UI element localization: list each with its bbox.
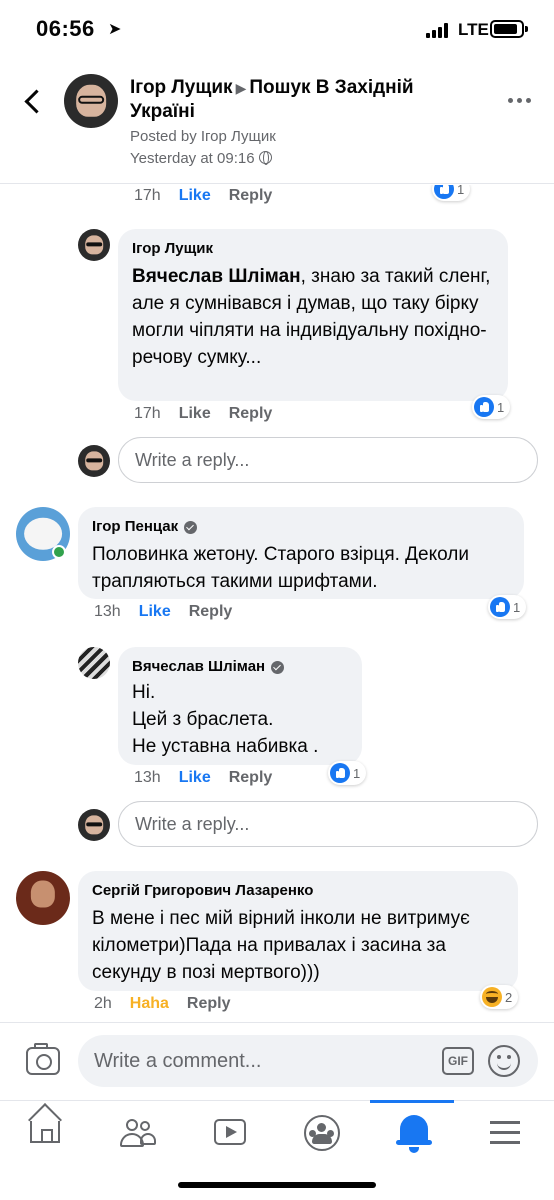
post-meta: Posted by Ігор Лущик Yesterday at 09:16: [130, 126, 276, 170]
haha-reaction-button[interactable]: Haha: [130, 995, 169, 1013]
comment-author[interactable]: Ігор Лущик: [132, 239, 494, 259]
nav-home[interactable]: [0, 1107, 92, 1159]
like-button[interactable]: Like: [139, 603, 171, 621]
reply-button[interactable]: Reply: [229, 187, 273, 205]
signal-icon: [426, 22, 450, 38]
bell-icon: [396, 1115, 432, 1153]
comment-time: 17h: [134, 405, 161, 422]
comment-text: В мене і пес мій вірний інколи не витрим…: [92, 908, 470, 983]
comment-time: 17h: [134, 187, 161, 204]
comment-input[interactable]: [94, 1035, 424, 1087]
haha-reaction-icon: [482, 987, 502, 1007]
comment-author[interactable]: Ігор Пенцак: [92, 517, 510, 537]
reaction-count[interactable]: 1: [328, 761, 367, 785]
comment-actions: 17h Like Reply: [134, 405, 272, 423]
home-indicator: [178, 1182, 376, 1188]
nav-menu[interactable]: [460, 1107, 552, 1159]
emoji-icon[interactable]: [488, 1045, 520, 1077]
comment-author[interactable]: Сергій Григорович Лазаренко: [92, 881, 504, 901]
post-author[interactable]: Ігор Лущик: [130, 77, 233, 98]
status-bar: 06:56 ➤ LTE: [0, 0, 554, 60]
network-label: LTE: [458, 20, 489, 39]
comment-actions: 13h Like Reply: [134, 769, 272, 787]
reply-button[interactable]: Reply: [229, 405, 273, 423]
like-button[interactable]: Like: [179, 769, 211, 787]
comment-bubble: Сергій Григорович Лазаренко В мене і пес…: [78, 871, 518, 991]
comment-actions: 13h Like Reply: [94, 603, 232, 621]
avatar[interactable]: [78, 647, 110, 679]
nav-friends[interactable]: [92, 1107, 184, 1159]
comment-time: 2h: [94, 995, 112, 1012]
arrow-right-icon: ▶: [235, 80, 247, 96]
friends-icon: [120, 1117, 156, 1149]
post-timestamp: Yesterday at 09:16: [130, 150, 255, 167]
like-reaction-icon: [330, 763, 350, 783]
mention[interactable]: Вячеслав Шліман: [132, 266, 301, 287]
nav-notifications[interactable]: [368, 1100, 460, 1159]
reply-button[interactable]: Reply: [229, 769, 273, 787]
home-icon: [30, 1121, 60, 1143]
reply-button[interactable]: Reply: [189, 603, 233, 621]
nav-groups[interactable]: [276, 1107, 368, 1159]
comment-author[interactable]: Вячеслав Шліман: [132, 657, 348, 677]
like-reaction-icon: [490, 597, 510, 617]
like-reaction-icon: [474, 397, 494, 417]
nav-watch[interactable]: [184, 1107, 276, 1159]
reply-button[interactable]: Reply: [187, 995, 231, 1013]
menu-icon: [490, 1119, 520, 1145]
back-icon[interactable]: [20, 86, 46, 116]
comment-actions: 17h Like Reply: [134, 187, 272, 205]
comment-bubble: Ігор Лущик Вячеслав Шліман, знаю за таки…: [118, 229, 508, 401]
globe-icon: [258, 151, 272, 165]
comment-bubble: Вячеслав Шліман Ні. Цей з браслета. Не у…: [118, 647, 362, 765]
reaction-count[interactable]: 1: [488, 595, 527, 619]
post-header: Ігор Лущик ▶ Пошук В Західній Україні Post…: [0, 60, 554, 184]
comment-actions: 2h Haha Reply: [94, 995, 231, 1013]
write-reply-input[interactable]: Write a reply...: [118, 437, 538, 483]
comment-time: 13h: [94, 603, 121, 620]
avatar: [78, 445, 110, 477]
verified-badge-icon: [184, 520, 198, 534]
comment-box: GIF: [78, 1035, 538, 1087]
write-reply-input[interactable]: Write a reply...: [118, 801, 538, 847]
like-button[interactable]: Like: [179, 187, 211, 205]
online-status-icon: [52, 545, 66, 559]
comment-bubble: Ігор Пенцак Половинка жетону. Старого вз…: [78, 507, 524, 599]
like-button[interactable]: Like: [179, 405, 211, 423]
comment-composer: GIF: [0, 1022, 554, 1100]
comment-text: Половинка жетону. Старого взірця. Деколи…: [92, 544, 469, 592]
verified-badge-icon: [271, 660, 285, 674]
avatar[interactable]: [78, 229, 110, 261]
comment-time: 13h: [134, 769, 161, 786]
avatar[interactable]: [16, 871, 70, 925]
reaction-count[interactable]: 2: [480, 985, 519, 1009]
comment-text: Ні. Цей з браслета. Не уставна набивка .: [132, 682, 319, 757]
avatar[interactable]: [64, 74, 118, 128]
gif-button[interactable]: GIF: [442, 1047, 474, 1075]
avatar: [78, 809, 110, 841]
like-reaction-icon: [434, 185, 454, 199]
post-title: Ігор Лущик ▶ Пошук В Західній Україні: [130, 76, 460, 123]
reaction-count[interactable]: 1: [432, 185, 471, 201]
location-arrow-icon: ➤: [108, 21, 122, 38]
groups-icon: [304, 1115, 340, 1151]
comment-text: Вячеслав Шліман, знаю за такий сленг, ал…: [132, 266, 491, 368]
watch-icon: [214, 1119, 246, 1145]
reaction-count[interactable]: 1: [472, 395, 511, 419]
camera-icon[interactable]: [26, 1043, 60, 1075]
comments-list: 17h Like Reply 1 Ігор Лущик Вячеслав Шлі…: [0, 185, 554, 1020]
posted-by: Posted by Ігор Лущик: [130, 128, 276, 145]
status-time: 06:56: [36, 16, 95, 41]
battery-icon: [490, 20, 528, 38]
more-icon[interactable]: [508, 98, 532, 104]
